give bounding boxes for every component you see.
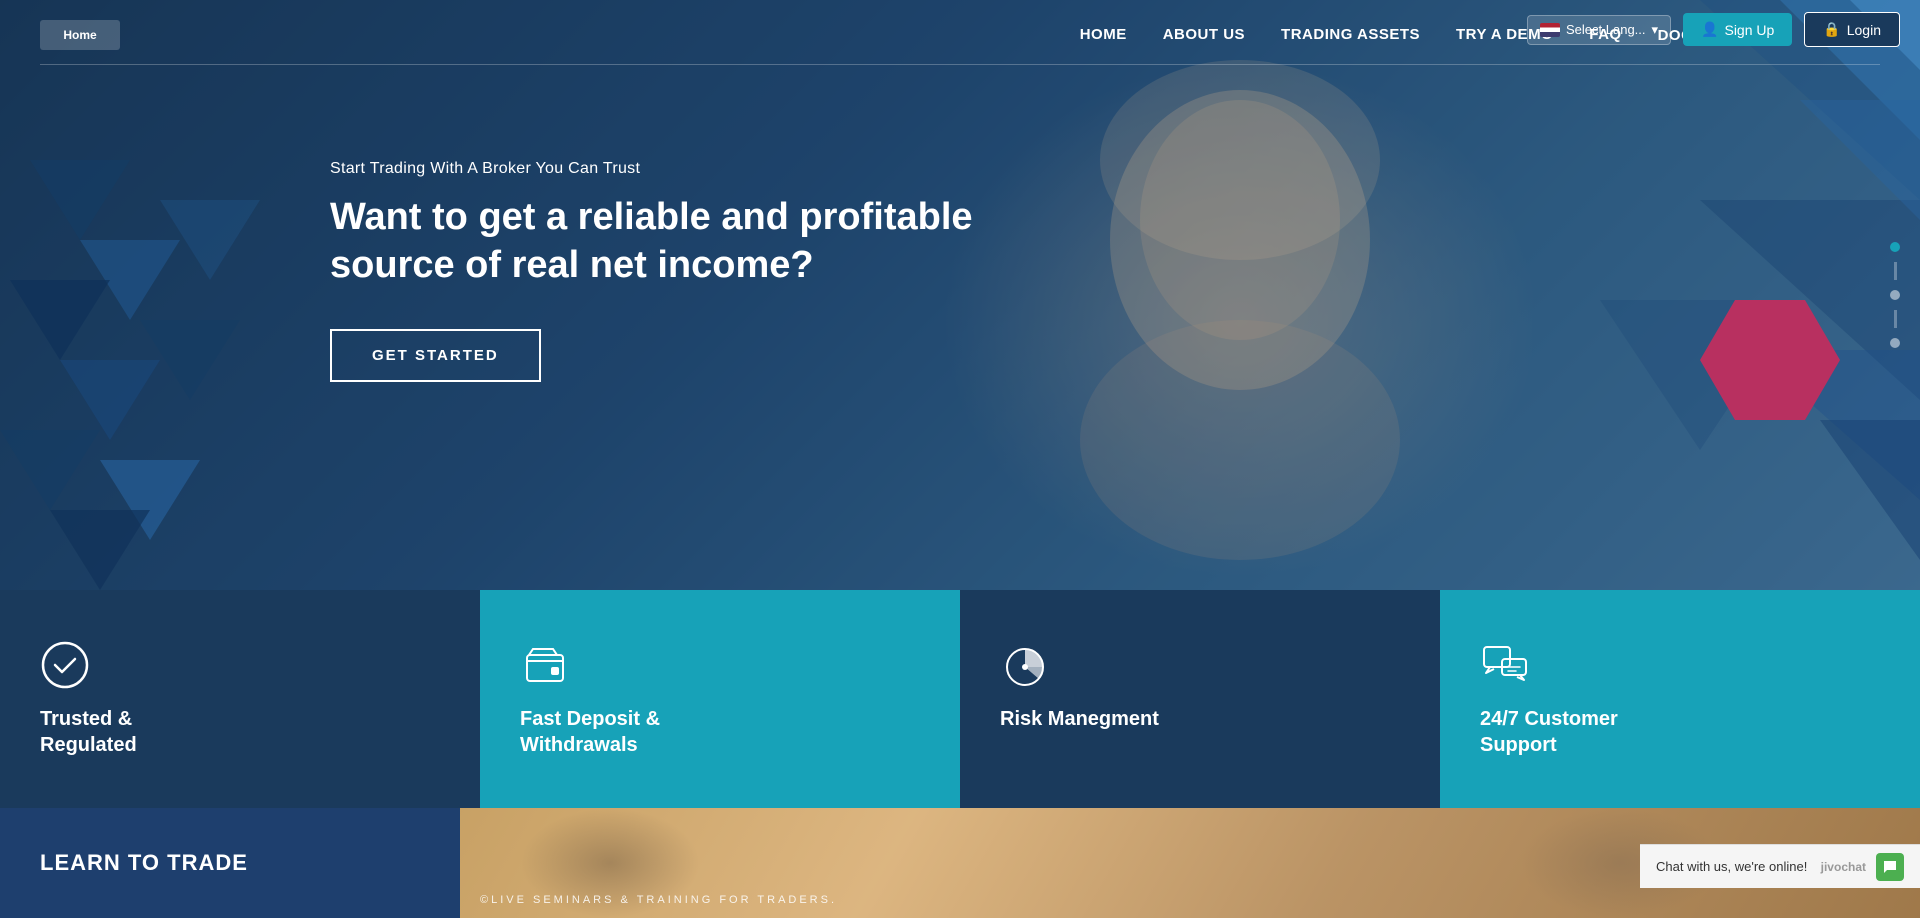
- login-button[interactable]: 🔒 Login: [1804, 12, 1900, 47]
- learn-left: LEARN TO TRADE: [0, 808, 460, 918]
- dot-2[interactable]: [1890, 290, 1900, 300]
- feature-trusted-title: Trusted & Regulated: [40, 706, 137, 758]
- user-plus-icon: 👤: [1701, 21, 1718, 38]
- nav-link-home[interactable]: HOME: [1080, 26, 1127, 43]
- chat-widget[interactable]: Chat with us, we're online! jivochat: [1640, 844, 1920, 888]
- nav-item-home[interactable]: HOME: [1080, 26, 1127, 44]
- nav-divider: [40, 64, 1880, 65]
- language-selector[interactable]: Select Lang... ▾: [1527, 15, 1671, 45]
- chat-text: Chat with us, we're online!: [1656, 859, 1811, 874]
- learn-section: LEARN TO TRADE ©LIVE SEMINARS & TRAINING…: [0, 808, 1920, 918]
- chevron-down-icon: ▾: [1652, 22, 1659, 38]
- chat-icon: [1876, 853, 1904, 881]
- feature-deposit-title: Fast Deposit & Withdrawals: [520, 706, 660, 758]
- learn-title: LEARN TO TRADE: [40, 850, 248, 876]
- feature-risk-title: Risk Manegment: [1000, 706, 1159, 732]
- nav-item-about[interactable]: ABOUT US: [1163, 26, 1245, 44]
- logo[interactable]: Home: [40, 20, 120, 50]
- chat-brand: jivochat: [1821, 860, 1866, 874]
- wallet-icon: [520, 640, 570, 690]
- triangles-left: [0, 80, 300, 590]
- nav-link-about[interactable]: ABOUT US: [1163, 26, 1245, 43]
- pie-chart-icon: [1000, 640, 1050, 690]
- hero-image: [940, 60, 1540, 580]
- woman-silhouette: [990, 60, 1490, 580]
- feature-support: 24/7 Customer Support: [1440, 590, 1920, 808]
- dot-3[interactable]: [1890, 338, 1900, 348]
- lang-label: Select Lang...: [1566, 22, 1646, 37]
- checkmark-circle-icon: [40, 640, 90, 690]
- side-dots-nav: [1890, 242, 1900, 348]
- logo-image: Home: [40, 20, 120, 50]
- hero-content: Start Trading With A Broker You Can Trus…: [330, 160, 980, 382]
- learn-subtitle: ©LIVE SEMINARS & TRAINING for traders.: [480, 894, 837, 906]
- dot-1[interactable]: [1890, 242, 1900, 252]
- dot-line-1: [1894, 262, 1897, 280]
- feature-support-title: 24/7 Customer Support: [1480, 706, 1618, 758]
- dot-line-2: [1894, 310, 1897, 328]
- signup-button[interactable]: 👤 Sign Up: [1683, 13, 1792, 46]
- hero-subtitle: Start Trading With A Broker You Can Trus…: [330, 160, 980, 178]
- hero-title: Want to get a reliable and profitable so…: [330, 194, 980, 289]
- feature-trusted: Trusted & Regulated: [0, 590, 480, 808]
- get-started-button[interactable]: GET STARTED: [330, 329, 541, 382]
- triangles-right: [1500, 0, 1920, 590]
- top-bar: Select Lang... ▾ 👤 Sign Up 🔒 Login: [1507, 0, 1920, 59]
- lock-icon: 🔒: [1823, 21, 1840, 38]
- nav-item-trading[interactable]: TRADING ASSETS: [1281, 26, 1420, 44]
- nav-link-trading[interactable]: TRADING ASSETS: [1281, 26, 1420, 43]
- feature-risk: Risk Manegment: [960, 590, 1440, 808]
- feature-deposit: Fast Deposit & Withdrawals: [480, 590, 960, 808]
- chat-support-icon: [1480, 640, 1530, 690]
- features-section: Trusted & Regulated Fast Deposit & Withd…: [0, 590, 1920, 808]
- hero-section: Start Trading With A Broker You Can Trus…: [0, 0, 1920, 590]
- flag-icon: [1540, 23, 1560, 37]
